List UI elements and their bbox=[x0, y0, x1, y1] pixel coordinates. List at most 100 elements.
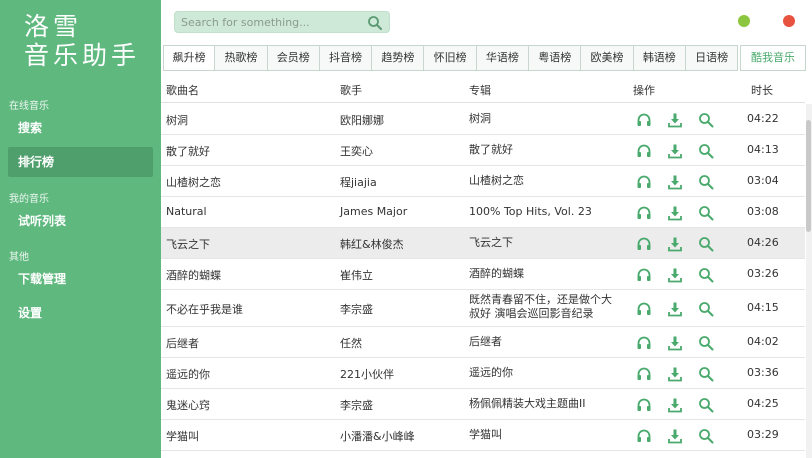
album-name: 后继者 bbox=[469, 335, 502, 348]
listen-button[interactable] bbox=[636, 397, 652, 413]
listen-button[interactable] bbox=[636, 428, 652, 444]
headphones-icon bbox=[637, 336, 651, 349]
sidebar-item-playlist[interactable]: 试听列表 bbox=[8, 206, 153, 236]
song-name: 酒醉的蝴蝶 bbox=[166, 269, 221, 282]
table-row[interactable]: 不必在乎我是谁 李宗盛 既然青春留不住，还是做个大叔好 演唱会巡回影音纪录 04:15 bbox=[161, 290, 805, 327]
download-icon bbox=[668, 237, 682, 252]
song-list: 树洞 欧阳娜娜 树洞 04:22 散了就好 王奕心 散了就好 04:13 山楂树之恋 程jiaji… bbox=[161, 104, 805, 451]
download-button[interactable] bbox=[667, 174, 683, 190]
search-icon bbox=[699, 302, 714, 317]
download-button[interactable] bbox=[667, 205, 683, 221]
download-button[interactable] bbox=[667, 112, 683, 128]
search-icon bbox=[699, 367, 714, 382]
listen-button[interactable] bbox=[636, 205, 652, 221]
scrollbar-thumb[interactable] bbox=[806, 120, 811, 232]
search-song-button[interactable] bbox=[698, 174, 714, 190]
table-row[interactable]: Natural James Major 100% Top Hits, Vol. 23… bbox=[161, 197, 805, 228]
search-song-button[interactable] bbox=[698, 397, 714, 413]
table-row[interactable]: 遥远的你 221小伙伴 遥远的你 03:36 bbox=[161, 358, 805, 389]
tab-chinese[interactable]: 华语榜 bbox=[476, 45, 530, 71]
artist-name: 任然 bbox=[340, 337, 362, 350]
sidebar-item-settings[interactable]: 设置 bbox=[8, 298, 153, 328]
listen-button[interactable] bbox=[636, 112, 652, 128]
search-song-button[interactable] bbox=[698, 205, 714, 221]
download-icon bbox=[668, 175, 682, 190]
artist-name: 王奕心 bbox=[340, 145, 373, 158]
search-icon bbox=[699, 398, 714, 413]
search-song-button[interactable] bbox=[698, 335, 714, 351]
sidebar-item-charts[interactable]: 排行榜 bbox=[8, 147, 153, 177]
listen-button[interactable] bbox=[636, 174, 652, 190]
album-name: 既然青春留不住，还是做个大叔好 演唱会巡回影音纪录 bbox=[469, 293, 612, 320]
top-bar bbox=[161, 0, 812, 44]
search-icon bbox=[699, 237, 714, 252]
search-song-button[interactable] bbox=[698, 112, 714, 128]
table-row[interactable]: 散了就好 王奕心 散了就好 04:13 bbox=[161, 135, 805, 166]
download-button[interactable] bbox=[667, 397, 683, 413]
sidebar-item-downloads[interactable]: 下载管理 bbox=[8, 264, 153, 294]
table-row[interactable]: 学猫叫 小潘潘&小峰峰 学猫叫 03:29 bbox=[161, 420, 805, 451]
duration: 03:36 bbox=[747, 366, 779, 379]
song-name: 学猫叫 bbox=[166, 430, 199, 443]
album-name: 飞云之下 bbox=[469, 236, 513, 249]
table-row[interactable]: 鬼迷心窍 李宗盛 杨佩佩精装大戏主题曲II 04:25 bbox=[161, 389, 805, 420]
artist-name: 程jiajia bbox=[340, 176, 377, 189]
tab-nostalgia[interactable]: 怀旧榜 bbox=[424, 45, 477, 71]
listen-button[interactable] bbox=[636, 335, 652, 351]
search-song-button[interactable] bbox=[698, 428, 714, 444]
tab-vip[interactable]: 会员榜 bbox=[267, 45, 320, 71]
download-icon bbox=[668, 398, 682, 413]
download-icon bbox=[668, 206, 682, 221]
sidebar-item-search[interactable]: 搜索 bbox=[8, 113, 153, 143]
artist-name: 小潘潘&小峰峰 bbox=[340, 430, 415, 443]
headphones-icon bbox=[637, 113, 651, 126]
download-button[interactable] bbox=[667, 428, 683, 444]
tab-korean[interactable]: 韩语榜 bbox=[633, 45, 686, 71]
tab-trend[interactable]: 趋势榜 bbox=[372, 45, 425, 71]
search-input[interactable] bbox=[181, 14, 361, 30]
table-row[interactable]: 酒醉的蝴蝶 崔伟立 酒醉的蝴蝶 03:26 bbox=[161, 259, 805, 290]
search-icon[interactable] bbox=[367, 15, 383, 31]
search-song-button[interactable] bbox=[698, 267, 714, 283]
close-button[interactable] bbox=[783, 15, 795, 27]
download-button[interactable] bbox=[667, 143, 683, 159]
search-icon bbox=[699, 144, 714, 159]
source-button[interactable]: 酷我音乐 bbox=[740, 45, 806, 71]
download-button[interactable] bbox=[667, 236, 683, 252]
search-song-button[interactable] bbox=[698, 236, 714, 252]
listen-button[interactable] bbox=[636, 267, 652, 283]
listen-button[interactable] bbox=[636, 236, 652, 252]
tab-soaring[interactable]: 飙升榜 bbox=[163, 45, 216, 71]
artist-name: 李宗盛 bbox=[340, 303, 373, 316]
album-name: 100% Top Hits, Vol. 23 bbox=[469, 205, 592, 218]
table-row[interactable]: 飞云之下 韩红&林俊杰 飞云之下 04:26 bbox=[161, 228, 805, 259]
listen-button[interactable] bbox=[636, 301, 652, 317]
header-actions: 操作 bbox=[633, 84, 655, 97]
search-song-button[interactable] bbox=[698, 366, 714, 382]
download-button[interactable] bbox=[667, 301, 683, 317]
table-row[interactable]: 山楂树之恋 程jiajia 山楂树之恋 03:04 bbox=[161, 166, 805, 197]
search-song-button[interactable] bbox=[698, 143, 714, 159]
tab-hot[interactable]: 热歌榜 bbox=[215, 45, 268, 71]
artist-name: 欧阳娜娜 bbox=[340, 114, 384, 127]
minimize-button[interactable] bbox=[738, 15, 750, 27]
download-button[interactable] bbox=[667, 366, 683, 382]
tab-japanese[interactable]: 日语榜 bbox=[685, 45, 739, 71]
search-song-button[interactable] bbox=[698, 301, 714, 317]
download-button[interactable] bbox=[667, 335, 683, 351]
table-row[interactable]: 树洞 欧阳娜娜 树洞 04:22 bbox=[161, 104, 805, 135]
song-name: 飞云之下 bbox=[166, 238, 210, 251]
download-button[interactable] bbox=[667, 267, 683, 283]
duration: 03:26 bbox=[747, 267, 779, 280]
headphones-icon bbox=[637, 237, 651, 250]
artist-name: 221小伙伴 bbox=[340, 368, 394, 381]
artist-name: 韩红&林俊杰 bbox=[340, 238, 404, 251]
listen-button[interactable] bbox=[636, 366, 652, 382]
table-row[interactable]: 后继者 任然 后继者 04:02 bbox=[161, 327, 805, 358]
tab-western[interactable]: 欧美榜 bbox=[581, 45, 634, 71]
headphones-icon bbox=[637, 367, 651, 380]
artist-name: 李宗盛 bbox=[340, 399, 373, 412]
tab-cantonese[interactable]: 粤语榜 bbox=[529, 45, 582, 71]
listen-button[interactable] bbox=[636, 143, 652, 159]
tab-douyin[interactable]: 抖音榜 bbox=[319, 45, 373, 71]
